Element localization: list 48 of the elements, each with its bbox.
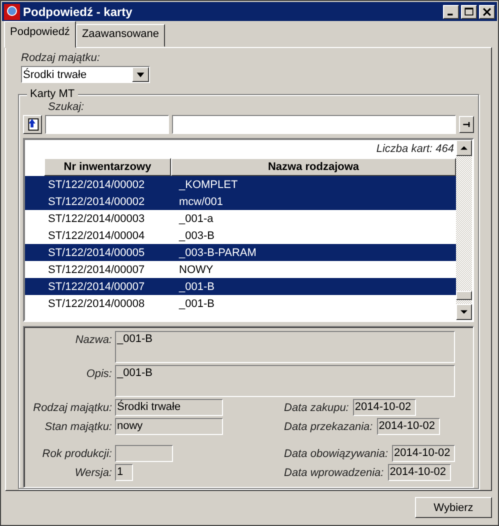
field-label: Rok produkcji: [41, 448, 113, 460]
text-field[interactable]: Środki trwałe [115, 399, 223, 416]
text-field[interactable] [115, 445, 173, 462]
group-title: Karty MT [27, 88, 78, 100]
date-field[interactable]: 2014-10-02 [352, 399, 416, 416]
maximize-button[interactable] [461, 4, 477, 18]
table-row[interactable]: ST/122/2014/00007 _001-B [25, 278, 456, 295]
table-row[interactable]: ST/122/2014/00002 _KOMPLET [25, 176, 456, 193]
field-label: Data wprowadzenia: [284, 466, 385, 478]
search-label: Szukaj: [48, 101, 86, 113]
table-row[interactable]: ST/122/2014/00002 mcw/001 [25, 193, 456, 210]
table-row[interactable]: ST/122/2014/00008 _001-B [25, 295, 456, 312]
field-label: Data zakupu: [284, 402, 350, 414]
column-header[interactable]: Nr inwentarzowy [44, 158, 171, 176]
asset-type-dropdown[interactable]: Środki trwałe [21, 66, 150, 83]
field-label: Nazwa: [74, 333, 113, 346]
column-header[interactable]: Nazwa rodzajowa [171, 158, 456, 176]
scroll-thumb[interactable] [456, 291, 472, 300]
table-row[interactable]: ST/122/2014/00005 _003-B-PARAM [25, 244, 456, 261]
table-row[interactable]: ST/122/2014/00007 NOWY [25, 261, 456, 278]
field-label: Stan majątku: [44, 420, 113, 432]
field-label: Data obowiązywania: [284, 448, 389, 460]
card-count: Liczba kart: 464 [376, 143, 454, 155]
tab[interactable]: Podpowiedź [4, 21, 76, 48]
field-label: Data przekazania: [284, 420, 374, 432]
field-label: Opis: [85, 367, 113, 380]
date-field[interactable]: 2014-10-02 [376, 418, 440, 435]
window-title: Podpowiedź - karty [23, 4, 134, 18]
field-label: Rodzaj majątku: [32, 402, 113, 414]
minimize-button[interactable] [443, 4, 459, 18]
tab[interactable]: Zaawansowane [76, 24, 165, 47]
search-field[interactable] [45, 115, 169, 134]
date-field[interactable]: 2014-10-02 [392, 445, 455, 462]
date-field[interactable]: 2014-10-02 [388, 464, 451, 481]
table-row[interactable]: ST/122/2014/00003 _001-a [25, 210, 456, 227]
pin-icon[interactable] [459, 116, 474, 133]
select-button[interactable]: Wybierz [415, 497, 492, 518]
text-field[interactable]: nowy [115, 418, 223, 435]
field-label: Wersja: [74, 466, 113, 478]
close-button[interactable] [479, 4, 495, 18]
field-label: Rodzaj majątku: [21, 52, 101, 64]
globe-icon [4, 4, 20, 20]
text-field[interactable]: 1 [115, 464, 133, 481]
description-field[interactable]: _001-B [115, 365, 455, 397]
search-field[interactable] [172, 115, 456, 134]
name-field[interactable]: _001-B [115, 331, 455, 363]
scrollbar[interactable] [456, 140, 472, 320]
table-row[interactable]: ST/122/2014/00004 _003-B [25, 227, 456, 244]
